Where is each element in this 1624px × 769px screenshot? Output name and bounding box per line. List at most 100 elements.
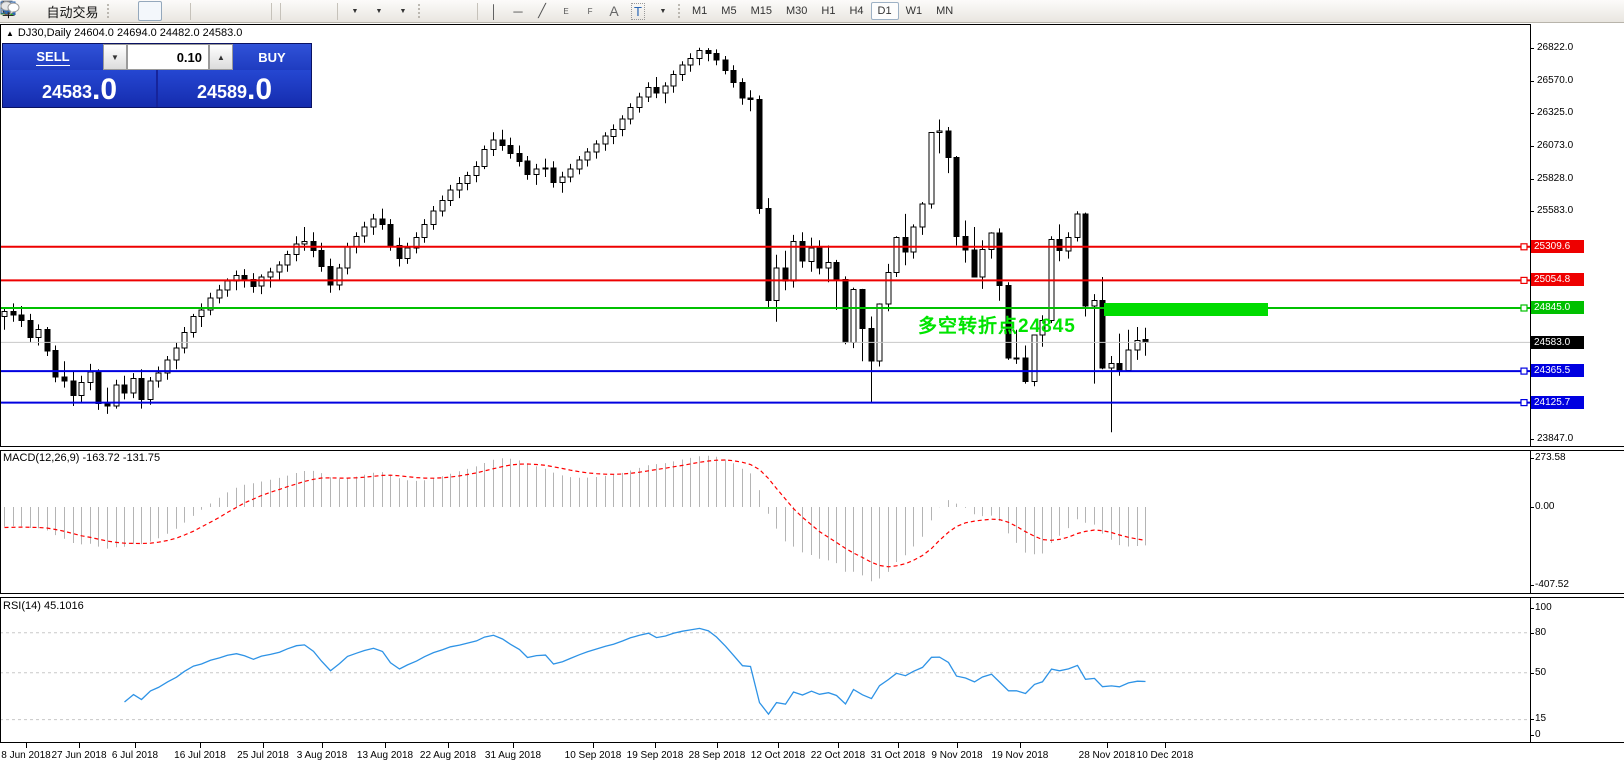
timeframe-H4[interactable]: H4: [842, 2, 870, 20]
date-axis-label[interactable]: 19 Nov 2018: [992, 750, 1049, 761]
date-axis-tick: [79, 743, 80, 748]
line-chart-mode-button[interactable]: [162, 1, 186, 21]
date-axis-label[interactable]: 22 Oct 2018: [811, 750, 865, 761]
tile-windows-button[interactable]: [243, 1, 267, 21]
candle-body: [920, 204, 925, 227]
zoom-in-button[interactable]: [195, 1, 219, 21]
periods-button[interactable]: ▼: [366, 1, 390, 21]
toolbar-drag-handle[interactable]: [106, 3, 111, 20]
date-axis-label[interactable]: 22 Aug 2018: [420, 750, 476, 761]
toolbar-drag-handle[interactable]: [417, 3, 422, 20]
auto-scroll-button[interactable]: [285, 1, 309, 21]
volume-input[interactable]: 0.10: [127, 44, 209, 70]
vline-tool-button[interactable]: │: [482, 1, 506, 21]
date-axis-label[interactable]: 16 Jul 2018: [174, 750, 226, 761]
date-axis-label[interactable]: 12 Oct 2018: [751, 750, 805, 761]
rsi-panel-separator[interactable]: [0, 593, 1624, 598]
level-line-anchor: [1521, 277, 1527, 283]
chart-canvas[interactable]: [0, 0, 1624, 769]
date-axis-label[interactable]: 28 Sep 2018: [689, 750, 746, 761]
timeframe-M5[interactable]: M5: [714, 2, 743, 20]
buy-button[interactable]: BUY: [233, 44, 311, 70]
candle-body: [268, 272, 273, 277]
main-toolbar: 单 自动交易: [0, 0, 1624, 23]
collapse-triangle-icon[interactable]: ▲: [6, 29, 14, 38]
label-tool-button[interactable]: T: [626, 1, 650, 21]
sell-price-display[interactable]: 24583 .0: [3, 70, 156, 107]
hline-tool-button[interactable]: ─: [506, 1, 530, 21]
candle-body: [663, 86, 668, 93]
channel-tool-button[interactable]: E: [554, 1, 578, 21]
price-axis-tick: [1530, 211, 1534, 212]
candle-body: [714, 53, 719, 60]
timeframe-D1[interactable]: D1: [871, 2, 899, 20]
price-axis-tick-label: 26822.0: [1537, 42, 1573, 53]
sell-price-decimal: .0: [92, 75, 117, 105]
buy-price-display[interactable]: 24589 .0: [158, 70, 311, 107]
hline-icon: ─: [513, 4, 522, 19]
rsi-axis-label: 15: [1535, 713, 1546, 724]
date-axis-label[interactable]: 27 Jun 2018: [51, 750, 106, 761]
date-axis-label[interactable]: 3 Aug 2018: [297, 750, 348, 761]
crosshair-tool-button[interactable]: [449, 1, 473, 21]
arrows-tool-button[interactable]: ▼: [650, 1, 674, 21]
candle-body: [491, 140, 496, 149]
date-axis-label[interactable]: 6 Jul 2018: [112, 750, 158, 761]
date-axis-label[interactable]: 31 Aug 2018: [485, 750, 541, 761]
sell-button[interactable]: SELL: [3, 44, 103, 70]
date-axis-tick: [513, 743, 514, 748]
date-axis-label[interactable]: 28 Nov 2018: [1079, 750, 1136, 761]
date-axis-label[interactable]: 13 Aug 2018: [357, 750, 413, 761]
candle-body: [697, 51, 702, 59]
timeframe-M15[interactable]: M15: [744, 2, 779, 20]
date-axis-label[interactable]: 10 Dec 2018: [1137, 750, 1194, 761]
volume-increase-button[interactable]: ▲: [209, 44, 233, 70]
price-axis-tick-label: 23847.0: [1537, 433, 1573, 444]
autotrading-button[interactable]: 自动交易: [39, 1, 103, 21]
templates-button[interactable]: ▼: [390, 1, 414, 21]
date-axis-tick: [448, 743, 449, 748]
candle-body: [482, 149, 487, 166]
macd-panel-separator[interactable]: [0, 446, 1624, 451]
date-axis-label[interactable]: 9 Nov 2018: [931, 750, 982, 761]
sell-button-label: SELL: [36, 49, 69, 64]
indicators-button[interactable]: ▼: [342, 1, 366, 21]
candle-body: [671, 74, 676, 86]
candle-body: [551, 168, 556, 183]
toolbar-drag-handle[interactable]: [677, 3, 682, 20]
price-axis-tick: [1530, 146, 1534, 147]
price-level-badge: 24125.7: [1531, 396, 1584, 409]
date-axis-label[interactable]: 31 Oct 2018: [871, 750, 925, 761]
timeframe-M30[interactable]: M30: [779, 2, 814, 20]
timeframe-H1[interactable]: H1: [814, 2, 842, 20]
timeframe-M1[interactable]: M1: [685, 2, 714, 20]
candlestick-mode-button[interactable]: [138, 1, 162, 21]
candle-body: [371, 219, 376, 227]
zoom-out-button[interactable]: [219, 1, 243, 21]
date-axis-label[interactable]: 25 Jul 2018: [237, 750, 289, 761]
turning-point-annotation[interactable]: 多空转折点24845: [918, 311, 1076, 338]
candle-body: [277, 265, 282, 272]
candle-body: [903, 238, 908, 253]
candle-body: [688, 59, 693, 66]
volume-decrease-button[interactable]: ▼: [103, 44, 127, 70]
date-axis-label[interactable]: 10 Sep 2018: [565, 750, 622, 761]
chart-shift-button[interactable]: [309, 1, 333, 21]
candle-body: [354, 236, 359, 247]
chat-button[interactable]: [1558, 1, 1582, 21]
timeframe-W1[interactable]: W1: [899, 2, 930, 20]
search-button[interactable]: [1534, 1, 1558, 21]
candle-body: [62, 377, 67, 381]
timeframe-MN[interactable]: MN: [929, 2, 960, 20]
fibonacci-tool-button[interactable]: F: [578, 1, 602, 21]
candle-body: [45, 330, 50, 351]
date-axis-label[interactable]: 19 Sep 2018: [627, 750, 684, 761]
cursor-tool-button[interactable]: [425, 1, 449, 21]
trendline-tool-button[interactable]: ╱: [530, 1, 554, 21]
date-axis-label[interactable]: 8 Jun 2018: [1, 750, 51, 761]
candle-body: [628, 107, 633, 119]
candle-body: [380, 219, 385, 224]
candle-body: [525, 161, 530, 174]
text-tool-button[interactable]: A: [602, 1, 626, 21]
bar-chart-mode-button[interactable]: [114, 1, 138, 21]
